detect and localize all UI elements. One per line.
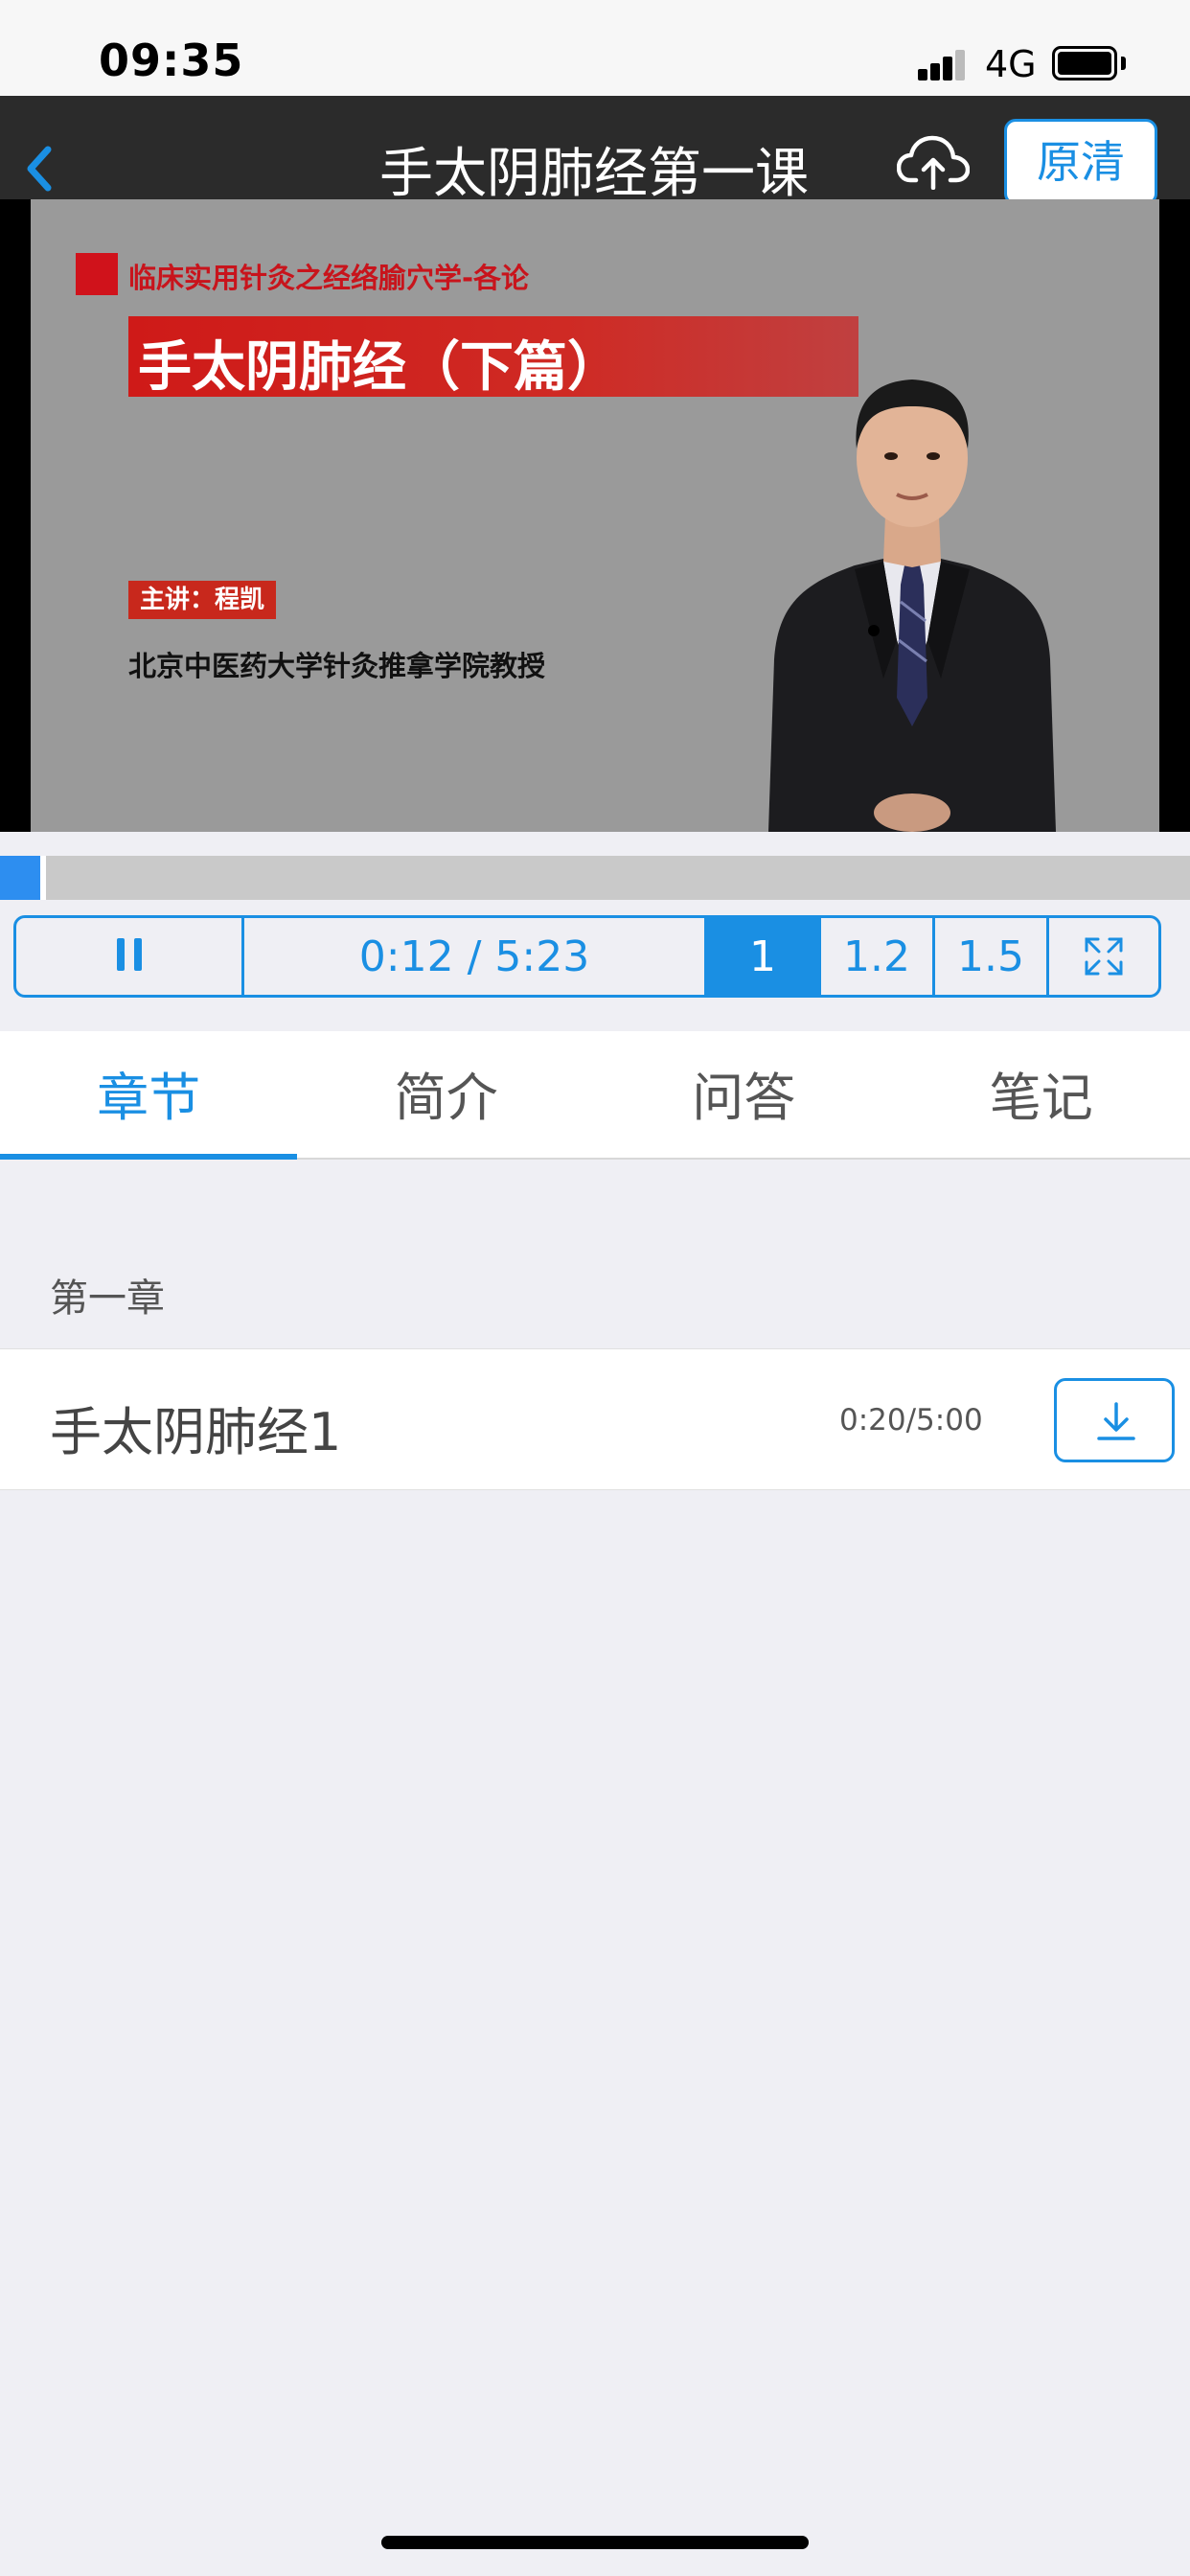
video-player[interactable]: 临床实用针灸之经络腧穴学-各论 手太阴肺经（下篇） 主讲：程凯 北京中医药大学针… <box>0 199 1190 832</box>
tab-qa[interactable]: 问答 <box>595 1031 893 1158</box>
player-controls: 0:12 / 5:23 1 1.2 1.5 <box>13 915 1161 998</box>
home-indicator[interactable] <box>381 2536 809 2549</box>
tab-intro[interactable]: 简介 <box>298 1031 596 1158</box>
back-icon[interactable] <box>19 134 57 201</box>
progress-fill <box>0 856 44 900</box>
chapter-header: 第一章 <box>50 1276 165 1321</box>
presenter-image <box>768 380 1056 832</box>
page-title: 手太阴肺经第一课 <box>379 143 809 205</box>
video-frame: 临床实用针灸之经络腧穴学-各论 手太阴肺经（下篇） 主讲：程凯 北京中医药大学针… <box>31 199 1159 832</box>
tab-chapters[interactable]: 章节 <box>0 1031 298 1158</box>
lesson-progress: 0:20/5:00 <box>839 1403 983 1438</box>
network-label: 4G <box>985 43 1037 85</box>
lesson-row[interactable]: 手太阴肺经1 0:20/5:00 <box>0 1348 1190 1490</box>
download-icon <box>1097 1402 1135 1440</box>
battery-cap <box>1121 57 1126 70</box>
pause-icon <box>112 932 147 981</box>
battery-icon <box>1052 46 1117 80</box>
pause-button[interactable] <box>16 918 244 995</box>
progress-thumb[interactable] <box>40 856 46 900</box>
video-progress-bar[interactable] <box>0 856 1190 900</box>
slide-title: 手太阴肺经（下篇） <box>138 336 621 399</box>
speed-option-1[interactable]: 1 <box>707 918 821 995</box>
signal-icon <box>918 48 966 80</box>
time-display: 0:12 / 5:23 <box>244 918 707 995</box>
speed-option-1-2[interactable]: 1.2 <box>821 918 935 995</box>
tab-bar: 章节 简介 问答 笔记 <box>0 1031 1190 1160</box>
lesson-title: 手太阴肺经1 <box>50 1402 342 1462</box>
status-time: 09:35 <box>99 34 244 86</box>
fullscreen-button[interactable] <box>1049 918 1158 995</box>
screen: 09:35 4G 手太阴肺经第一课 原清 临床实用针灸之经络腧穴学-各论 手太阴… <box>0 0 1190 2576</box>
quality-button[interactable]: 原清 <box>1004 119 1157 205</box>
tab-notes[interactable]: 笔记 <box>893 1031 1190 1158</box>
status-bar: 09:35 4G <box>0 0 1190 96</box>
slide-bullet <box>76 253 118 295</box>
download-button[interactable] <box>1054 1378 1175 1462</box>
slide-affiliation: 北京中医药大学针灸推拿学院教授 <box>128 650 546 682</box>
slide-subtitle: 临床实用针灸之经络腧穴学-各论 <box>128 262 530 294</box>
cloud-upload-icon[interactable] <box>897 134 970 190</box>
slide-lecturer: 主讲：程凯 <box>128 581 277 619</box>
tab-active-indicator <box>0 1154 297 1160</box>
fullscreen-icon <box>1085 937 1123 976</box>
speed-option-1-5[interactable]: 1.5 <box>935 918 1049 995</box>
